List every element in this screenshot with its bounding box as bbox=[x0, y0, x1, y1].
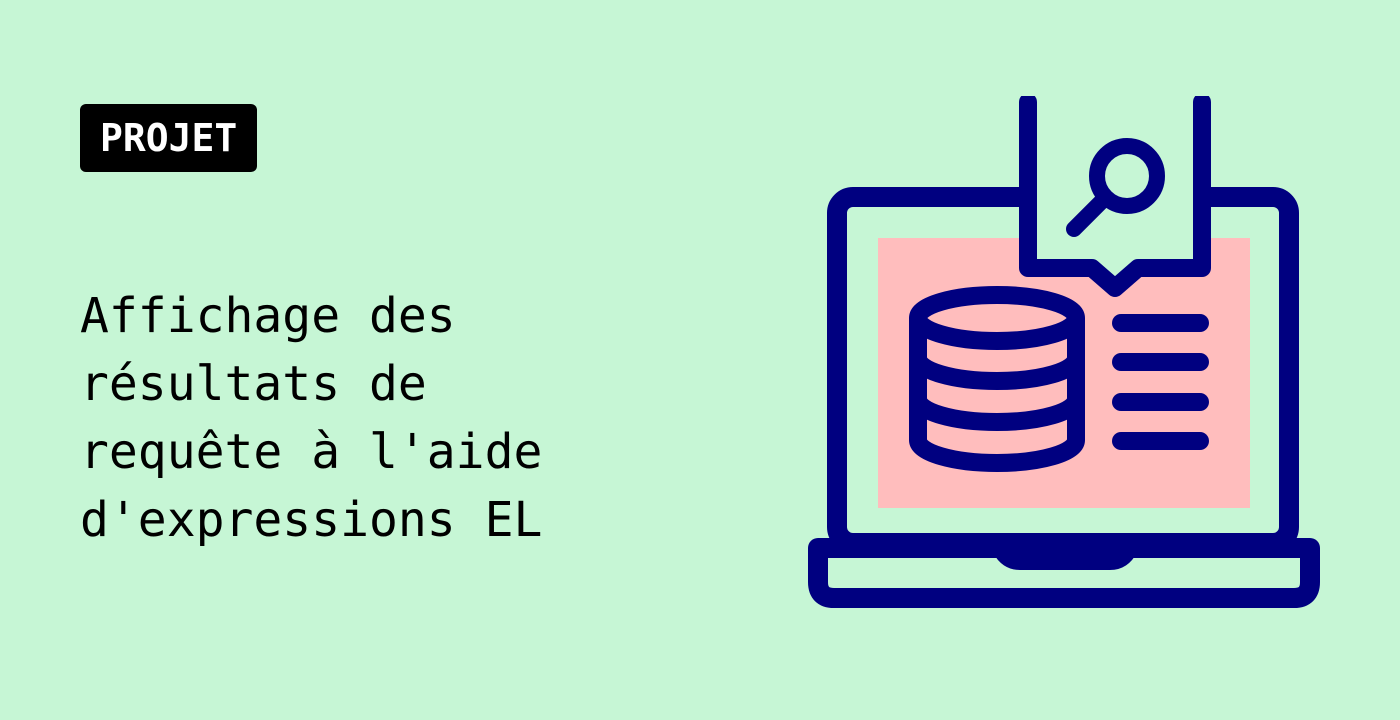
database-icon bbox=[909, 286, 1085, 472]
laptop-database-illustration bbox=[808, 96, 1320, 608]
title-line-2: résultats de bbox=[80, 356, 427, 412]
title-line-1: Affichage des bbox=[80, 288, 456, 344]
search-icon bbox=[1019, 96, 1211, 297]
title-line-3: requête à l'aide bbox=[80, 424, 543, 480]
project-badge-label: PROJET bbox=[100, 116, 238, 160]
project-badge: PROJET bbox=[80, 104, 258, 172]
page-title: Affichage des résultats de requête à l'a… bbox=[80, 282, 720, 554]
title-line-4: d'expressions EL bbox=[80, 492, 543, 548]
